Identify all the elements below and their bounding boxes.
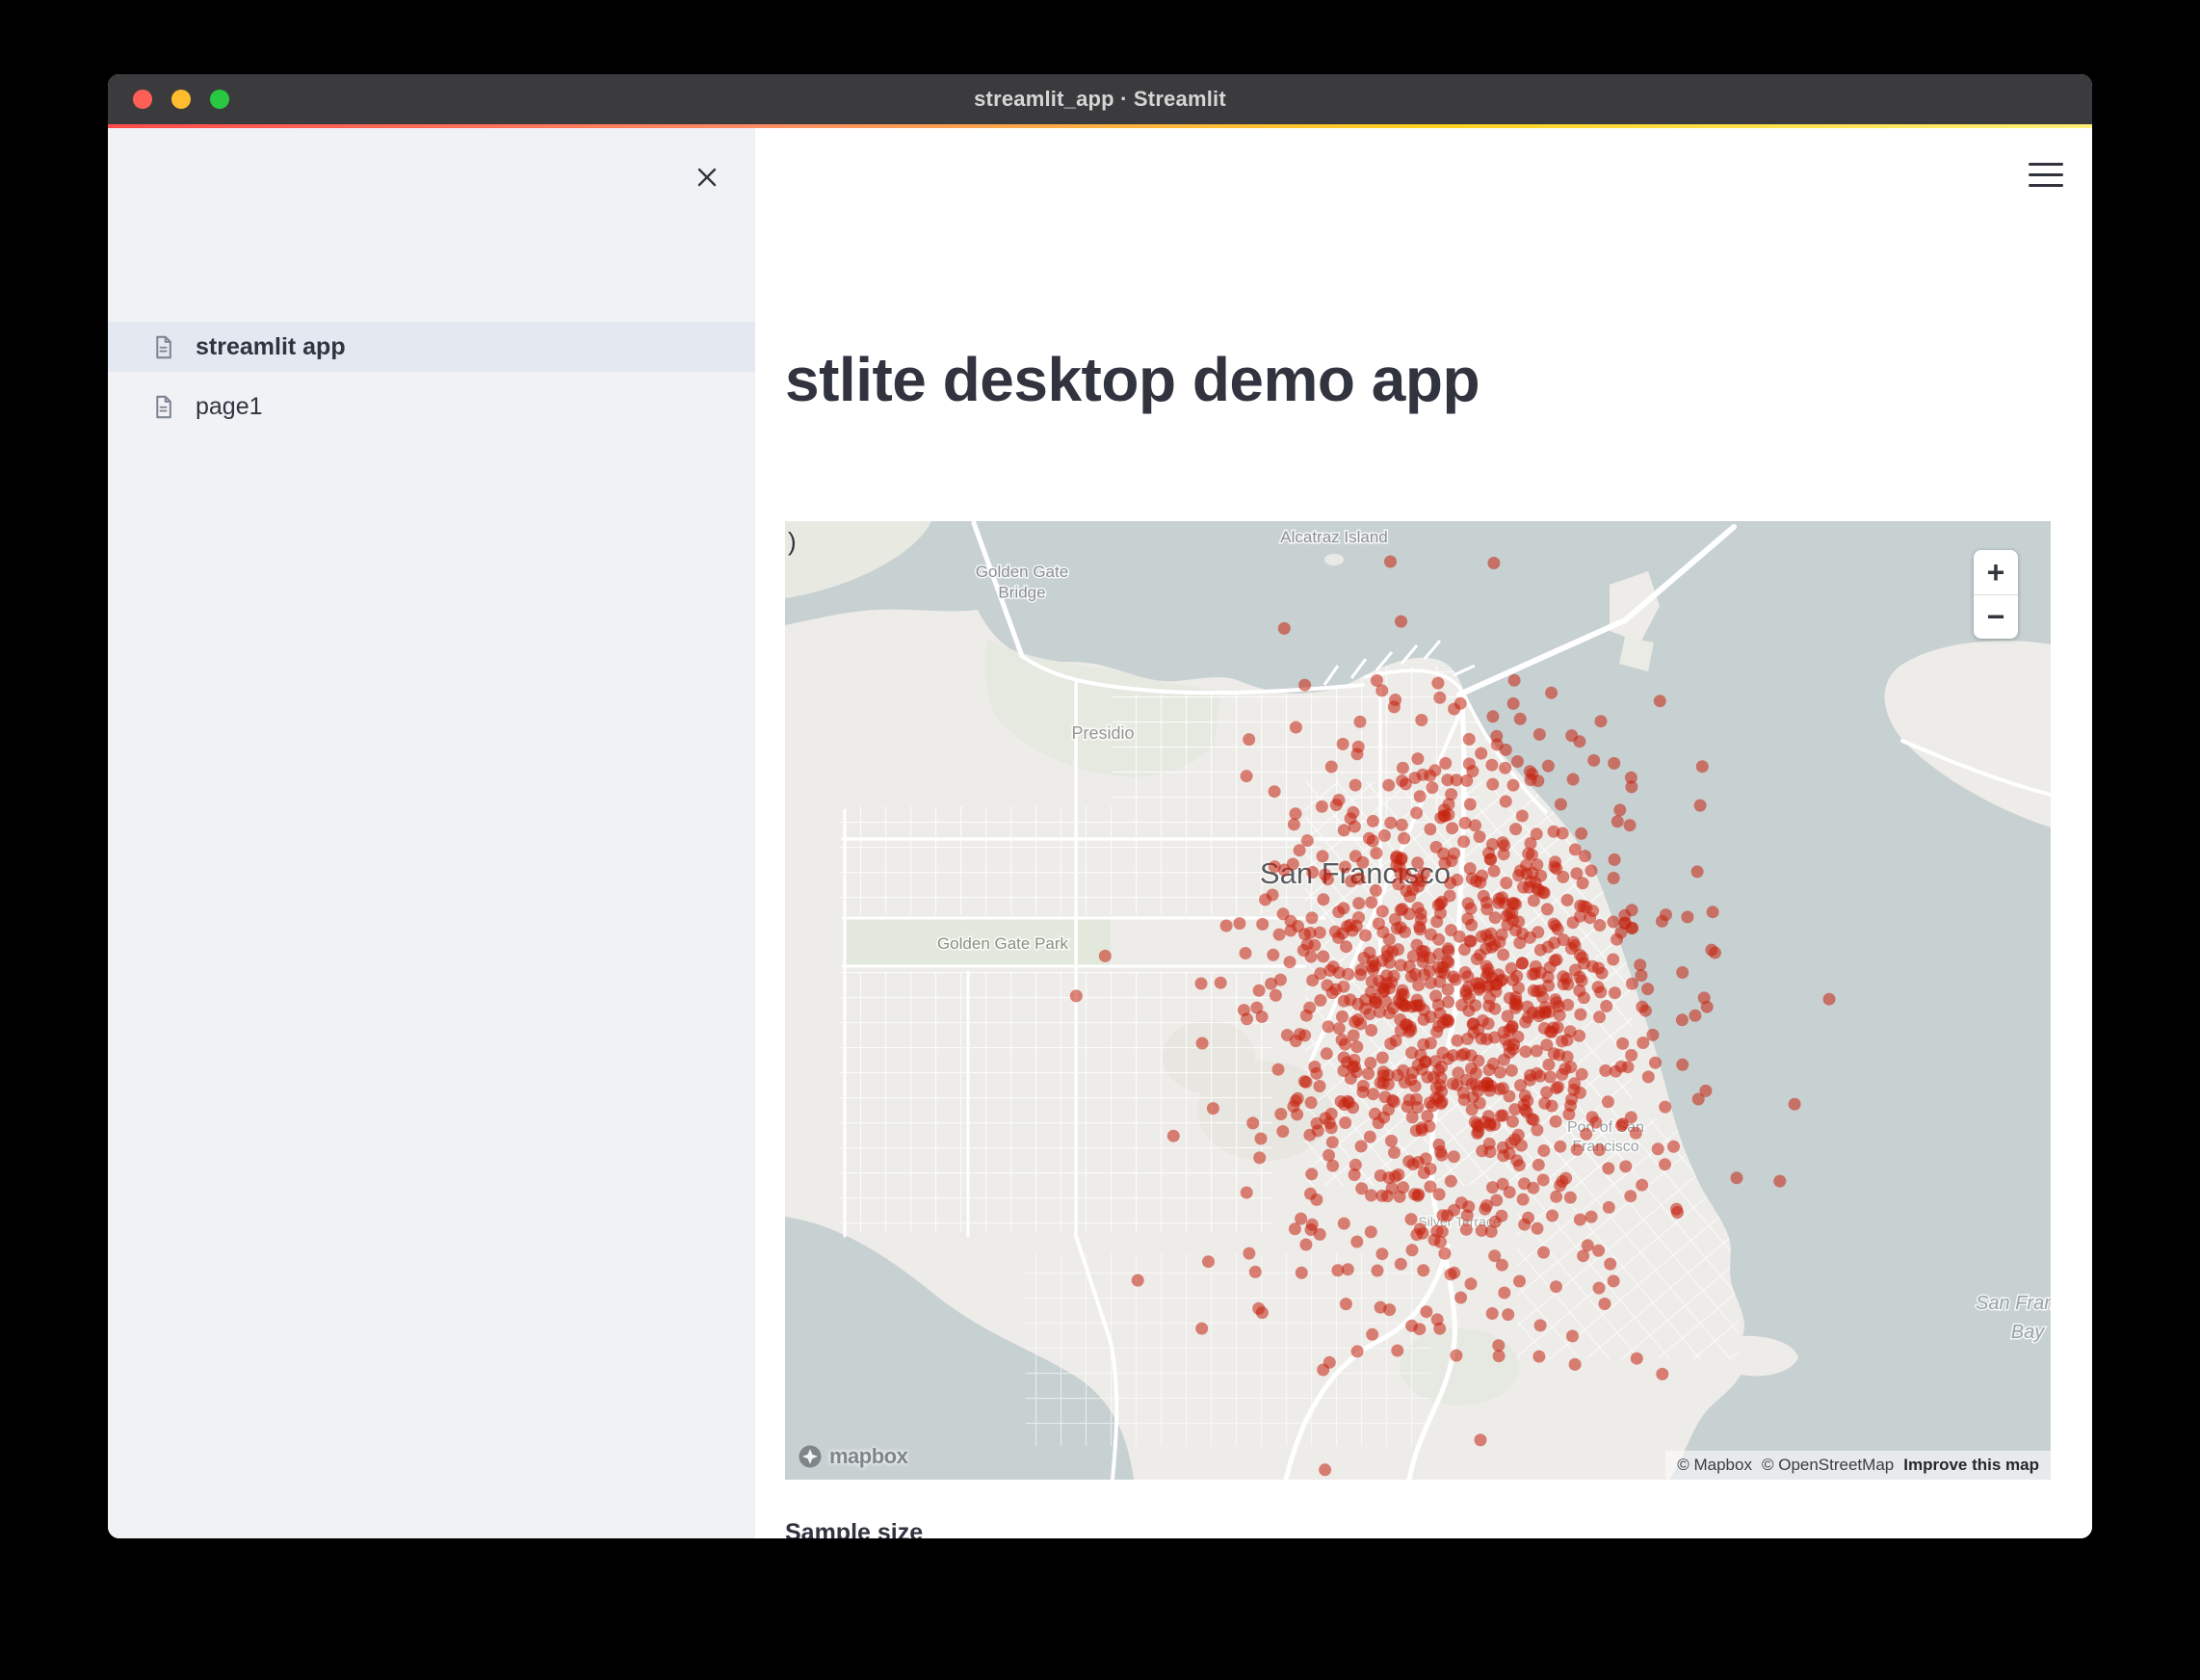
sidebar-item-label: streamlit app — [196, 333, 346, 361]
main-menu-button[interactable] — [2029, 163, 2063, 187]
svg-text:San Francisco: San Francisco — [1976, 1293, 2051, 1314]
mapbox-logo-icon — [797, 1443, 824, 1470]
svg-text:Presidio: Presidio — [1071, 723, 1134, 743]
minimize-window-button[interactable] — [171, 90, 191, 109]
map-zoom-control: + − — [1974, 550, 2018, 639]
map-canvas: Alcatraz IslandGolden GateBridgePresidio… — [785, 521, 2051, 1480]
svg-text:Alcatraz Island: Alcatraz Island — [1280, 528, 1388, 546]
mapbox-logo-text: mapbox — [829, 1444, 907, 1469]
file-icon — [150, 394, 176, 420]
close-window-button[interactable] — [133, 90, 152, 109]
title-bar: streamlit_app · Streamlit — [108, 74, 2092, 124]
improve-map-link[interactable]: Improve this map — [1903, 1456, 2039, 1475]
sidebar-close-button[interactable] — [687, 157, 727, 197]
svg-text:Bay: Bay — [2011, 1322, 2045, 1343]
hamburger-icon — [2029, 173, 2063, 176]
svg-text:Golden Gate Park: Golden Gate Park — [937, 934, 1069, 953]
page-title: stlite desktop demo app — [785, 344, 1480, 415]
hamburger-icon — [2029, 163, 2063, 166]
stray-text: ) — [788, 527, 797, 557]
hamburger-icon — [2029, 184, 2063, 187]
file-icon — [150, 334, 176, 360]
sample-size-label: Sample size — [785, 1519, 923, 1538]
sidebar-item-page1[interactable]: page1 — [108, 381, 755, 432]
main-area: stlite desktop demo app — [755, 128, 2092, 1538]
zoom-out-button[interactable]: − — [1974, 594, 2018, 639]
sidebar-item-label: page1 — [196, 393, 263, 421]
page-nav: streamlit app page1 — [108, 322, 755, 441]
sidebar-item-streamlit-app[interactable]: streamlit app — [108, 322, 755, 372]
mapbox-logo[interactable]: mapbox — [797, 1443, 907, 1470]
app-window: streamlit_app · Streamlit — [108, 74, 2092, 1538]
close-icon — [694, 164, 720, 191]
map[interactable]: Alcatraz IslandGolden GateBridgePresidio… — [785, 521, 2051, 1480]
sidebar: streamlit app page1 — [108, 128, 755, 1538]
content-area: streamlit app page1 — [108, 128, 2092, 1538]
osm-attribution-link[interactable]: © OpenStreetMap — [1762, 1456, 1894, 1475]
window-title: streamlit_app · Streamlit — [974, 87, 1226, 112]
map-attribution: © Mapbox © OpenStreetMap Improve this ma… — [1665, 1451, 2051, 1480]
mapbox-attribution-link[interactable]: © Mapbox — [1677, 1456, 1752, 1475]
zoom-window-button[interactable] — [210, 90, 229, 109]
zoom-in-button[interactable]: + — [1974, 550, 2018, 594]
traffic-lights — [133, 74, 229, 124]
